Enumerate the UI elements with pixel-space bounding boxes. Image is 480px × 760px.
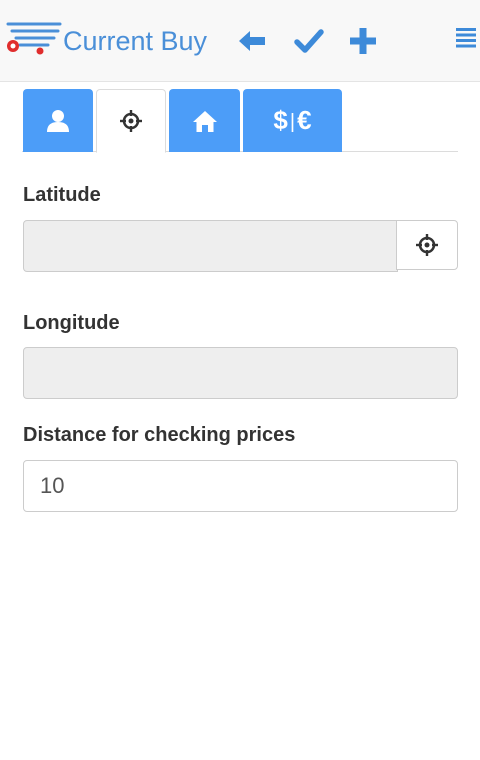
shopping-cart-logo-icon <box>6 22 62 55</box>
tab-home[interactable] <box>169 89 240 152</box>
currency-separator: | <box>289 111 296 133</box>
currency-dollar-label: $ <box>273 105 288 135</box>
app-title: Current Buy <box>63 26 208 56</box>
menu-icon <box>456 28 476 48</box>
app-header: Current Buy <box>0 0 480 82</box>
distance-field[interactable] <box>23 460 458 512</box>
confirm-button[interactable] <box>289 22 329 60</box>
menu-button[interactable] <box>448 18 480 56</box>
add-button[interactable] <box>343 22 383 60</box>
longitude-label: Longitude <box>23 312 120 334</box>
latitude-field[interactable] <box>23 220 398 272</box>
distance-label: Distance for checking prices <box>23 424 296 446</box>
user-icon <box>47 109 69 132</box>
currency-euro-label: € <box>297 105 312 135</box>
plus-icon <box>350 28 376 54</box>
tab-location[interactable] <box>96 89 166 153</box>
tab-currency[interactable]: $ | € <box>243 89 342 152</box>
crosshair-icon <box>120 110 142 132</box>
crosshair-icon <box>416 234 438 256</box>
home-icon <box>192 110 217 132</box>
settings-tabs: $ | € <box>22 89 458 153</box>
tab-user[interactable] <box>23 89 93 152</box>
check-icon <box>294 29 324 53</box>
back-button[interactable] <box>232 22 272 60</box>
back-arrow-icon <box>239 31 265 51</box>
locate-button[interactable] <box>396 220 458 270</box>
longitude-field[interactable] <box>23 347 458 399</box>
latitude-label: Latitude <box>23 184 101 206</box>
